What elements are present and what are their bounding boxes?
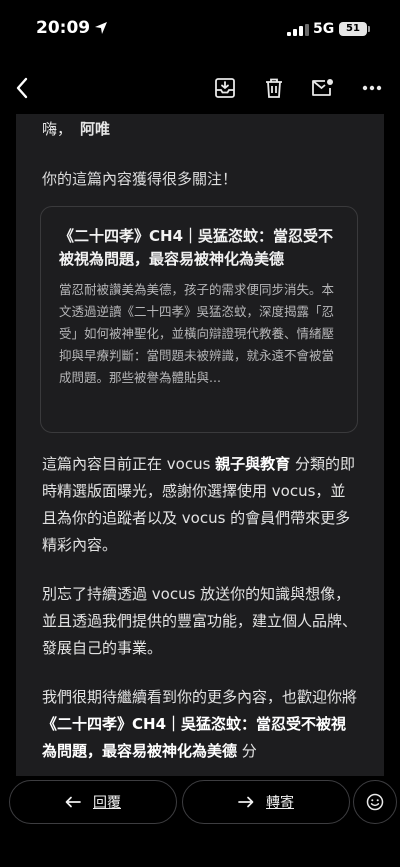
greeting-text: 嗨， <box>42 120 73 138</box>
bottom-action-bar: 回覆 轉寄 <box>0 776 400 867</box>
archive-button[interactable] <box>211 74 239 102</box>
article-title: 《二十四孝》CH4｜吳猛恣蚊：當忍受不被視為問題，最容易被神化為美德 <box>59 227 334 268</box>
intro-text: 你的這篇內容獲得很多關注！ <box>42 170 238 188</box>
emoji-icon <box>366 793 384 811</box>
cellular-signal-icon <box>287 24 309 36</box>
mail-toolbar <box>0 62 400 114</box>
forward-label: 轉寄 <box>266 795 294 811</box>
paragraph-encourage: 別忘了持續透過 vocus 放送你的知識與想像，並且透過我們提供的豐富功能，建立… <box>42 585 358 657</box>
battery-level: 51 <box>339 22 367 36</box>
para1-before: 這篇內容目前正在 vocus <box>42 455 216 473</box>
article-excerpt: 當忍耐被讚美為美德，孩子的需求便同步消失。本文透過逆讀《二十四孝》吳猛恣蚊，深度… <box>59 282 335 385</box>
article-title-inline: 《二十四孝》CH4｜吳猛恣蚊：當忍受不被視為問題，最容易被神化為美德 <box>42 715 347 760</box>
reply-label: 回覆 <box>93 795 121 811</box>
status-bar: 20:09 5G 51 <box>0 0 400 54</box>
email-body: 嗨， 阿唯 你的這篇內容獲得很多關注！ 《二十四孝》CH4｜吳猛恣蚊：當忍受不被視… <box>16 114 384 776</box>
delete-button[interactable] <box>260 74 288 102</box>
network-type: 5G <box>313 21 335 37</box>
paragraph-share: 我們很期待繼續看到你的更多內容，也歡迎你將 《二十四孝》CH4｜吳猛恣蚊：當忍受… <box>42 684 360 765</box>
greeting: 嗨， 阿唯 <box>42 118 110 139</box>
article-preview-card[interactable]: 《二十四孝》CH4｜吳猛恣蚊：當忍受不被視為問題，最容易被神化為美德 當忍耐被讚… <box>40 206 358 433</box>
reply-button[interactable]: 回覆 <box>9 780 177 824</box>
mail-unread-icon <box>312 79 333 96</box>
recipient-name: 阿唯 <box>80 120 111 138</box>
paragraph-featured: 這篇內容目前正在 vocus 親子與教育 分類的即時精選版面曝光，感謝你選擇使用… <box>42 451 360 559</box>
trash-icon <box>266 78 282 98</box>
forward-button[interactable]: 轉寄 <box>182 780 350 824</box>
status-time: 20:09 <box>36 18 91 38</box>
chevron-left-icon <box>16 77 28 99</box>
battery-tip <box>368 26 370 32</box>
para3-after: 分 <box>237 742 257 760</box>
reply-arrow-icon <box>65 796 81 808</box>
emoji-reaction-button[interactable] <box>353 780 397 824</box>
more-button[interactable] <box>358 74 386 102</box>
more-icon <box>362 85 382 91</box>
para3-before: 我們很期待繼續看到你的更多內容，也歡迎你將 <box>42 688 358 706</box>
archive-icon <box>215 78 235 98</box>
category-name: 親子與教育 <box>215 455 291 473</box>
mark-unread-button[interactable] <box>308 74 336 102</box>
location-arrow-icon <box>95 22 107 34</box>
back-button[interactable] <box>8 74 36 102</box>
forward-arrow-icon <box>238 796 254 808</box>
